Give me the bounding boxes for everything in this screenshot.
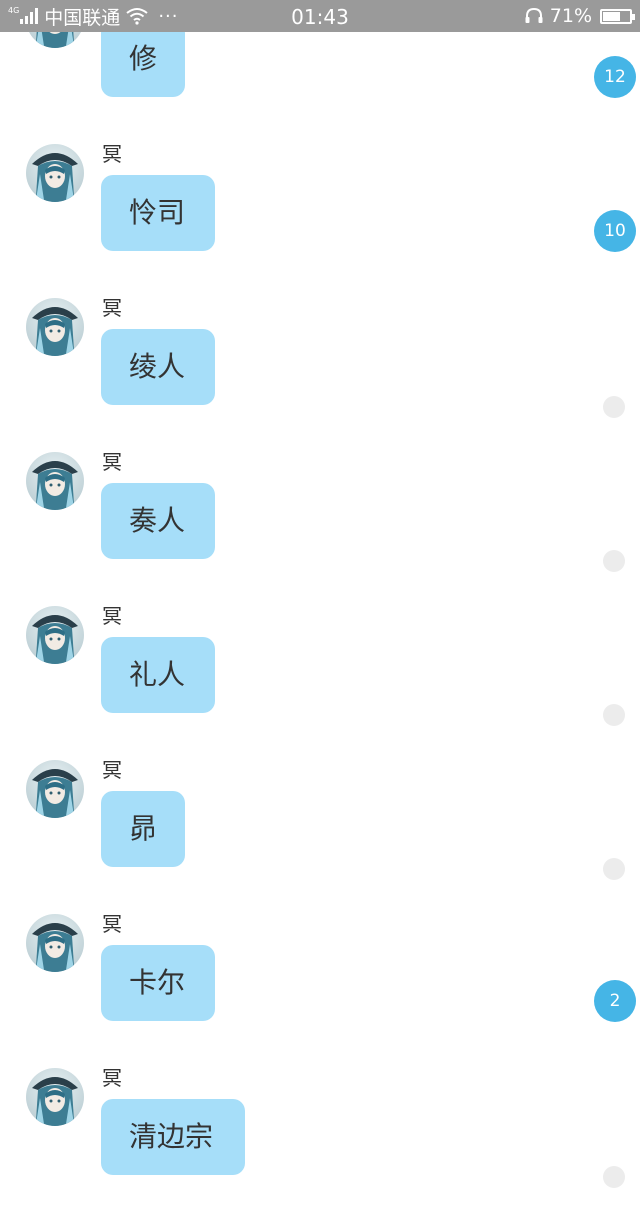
read-status-dot <box>603 396 625 418</box>
message-bubble[interactable]: 修 <box>101 21 185 97</box>
avatar-image <box>26 144 84 202</box>
avatar[interactable] <box>26 760 84 818</box>
headset-icon <box>525 7 543 23</box>
read-status-dot <box>603 1166 625 1188</box>
message-row[interactable]: 冥昴 <box>0 758 640 914</box>
message-row[interactable]: 冥绫人 <box>0 296 640 452</box>
avatar[interactable] <box>26 452 84 510</box>
avatar-image <box>26 298 84 356</box>
message-row[interactable]: 冥怜司 10 <box>0 142 640 298</box>
avatar[interactable] <box>26 144 84 202</box>
message-row[interactable]: 冥奏人 <box>0 450 640 606</box>
avatar-image <box>26 914 84 972</box>
message-row[interactable]: 冥清边宗 <box>0 1066 640 1222</box>
sender-name: 冥 <box>102 142 122 166</box>
unread-badge: 12 <box>594 56 636 98</box>
battery-icon <box>600 8 635 24</box>
avatar-image <box>26 760 84 818</box>
avatar[interactable] <box>26 298 84 356</box>
message-bubble[interactable]: 礼人 <box>101 637 215 713</box>
read-status-dot <box>603 858 625 880</box>
message-row[interactable]: 冥礼人 <box>0 604 640 760</box>
avatar[interactable] <box>26 606 84 664</box>
message-bubble[interactable]: 奏人 <box>101 483 215 559</box>
unread-badge: 2 <box>594 980 636 1022</box>
avatar-image <box>26 452 84 510</box>
sender-name: 冥 <box>102 604 122 628</box>
sender-name: 冥 <box>102 758 122 782</box>
status-bar-right: 71% <box>524 5 635 27</box>
sender-name: 冥 <box>102 1066 122 1090</box>
read-status-dot <box>603 550 625 572</box>
sender-name: 冥 <box>102 912 122 936</box>
battery-tip <box>632 13 635 20</box>
message-bubble[interactable]: 昴 <box>101 791 185 867</box>
status-bar: 4G 中国联通 ··· 01:43 71% <box>0 0 640 32</box>
message-bubble[interactable]: 怜司 <box>101 175 215 251</box>
message-bubble[interactable]: 卡尔 <box>101 945 215 1021</box>
sender-name: 冥 <box>102 450 122 474</box>
read-status-dot <box>603 704 625 726</box>
avatar[interactable] <box>26 914 84 972</box>
avatar-image <box>26 1068 84 1126</box>
avatar-image <box>26 606 84 664</box>
message-row[interactable]: 冥卡尔 2 <box>0 912 640 1068</box>
battery-percent: 71% <box>549 5 592 27</box>
avatar[interactable] <box>26 1068 84 1126</box>
unread-badge: 10 <box>594 210 636 252</box>
sender-name: 冥 <box>102 296 122 320</box>
battery-fill <box>603 11 621 21</box>
message-bubble[interactable]: 清边宗 <box>101 1099 245 1175</box>
message-bubble[interactable]: 绫人 <box>101 329 215 405</box>
